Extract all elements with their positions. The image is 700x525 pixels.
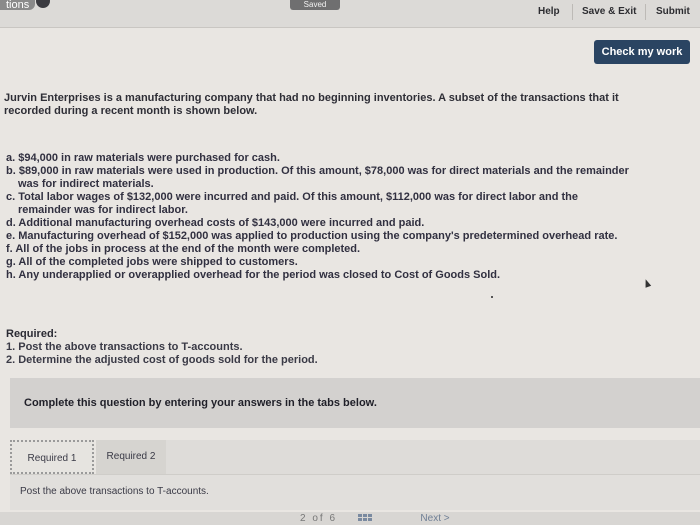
required-heading: Required: bbox=[6, 328, 58, 340]
transaction-f: f. All of the jobs in process at the end… bbox=[6, 243, 361, 255]
transaction-b-cont: was for indirect materials. bbox=[18, 178, 154, 190]
transaction-c-cont: remainder was for indirect labor. bbox=[18, 204, 188, 216]
tab-required-2[interactable]: Required 2 bbox=[96, 440, 166, 474]
transaction-b: b. $89,000 in raw materials were used in… bbox=[6, 165, 629, 177]
tab-required-1[interactable]: Required 1 bbox=[10, 440, 94, 474]
check-my-work-button[interactable]: Check my work bbox=[594, 40, 690, 64]
transaction-h: h. Any underapplied or overapplied overh… bbox=[6, 269, 501, 281]
grid-icon[interactable] bbox=[358, 514, 372, 525]
required-item-2: 2. Determine the adjusted cost of goods … bbox=[6, 354, 318, 366]
save-exit-link[interactable]: Save & Exit bbox=[582, 6, 636, 17]
required-item-1: 1. Post the above transactions to T-acco… bbox=[6, 341, 243, 353]
tab-panel-instruction: Post the above transactions to T-account… bbox=[20, 486, 209, 497]
submit-link[interactable]: Submit bbox=[656, 6, 690, 17]
page-indicator: 2 of 6 bbox=[300, 513, 338, 524]
tab-strip bbox=[166, 440, 700, 474]
problem-intro: Jurvin Enterprises is a manufacturing co… bbox=[4, 92, 694, 118]
required-list: 1. Post the above transactions to T-acco… bbox=[6, 341, 318, 367]
top-toolbar: tions Saved Help Save & Exit Submit bbox=[0, 0, 700, 28]
toolbar-divider bbox=[645, 4, 646, 20]
question-tab-fragment[interactable]: tions bbox=[0, 0, 36, 11]
speck bbox=[491, 296, 493, 298]
transactions-list: a. $94,000 in raw materials were purchas… bbox=[6, 152, 696, 282]
help-link[interactable]: Help bbox=[538, 6, 560, 17]
saved-status: Saved bbox=[290, 0, 340, 10]
transaction-d: d. Additional manufacturing overhead cos… bbox=[6, 217, 425, 229]
instructions-text: Complete this question by entering your … bbox=[24, 397, 377, 409]
transaction-g: g. All of the completed jobs were shippe… bbox=[6, 256, 298, 268]
intro-line: Jurvin Enterprises is a manufacturing co… bbox=[4, 92, 619, 104]
bottom-navigation bbox=[0, 512, 700, 525]
transaction-a: a. $94,000 in raw materials were purchas… bbox=[6, 152, 280, 164]
intro-line: recorded during a recent month is shown … bbox=[4, 105, 258, 117]
toolbar-divider bbox=[572, 4, 573, 20]
transaction-c: c. Total labor wages of $132,000 were in… bbox=[6, 191, 578, 203]
transaction-e: e. Manufacturing overhead of $152,000 wa… bbox=[6, 230, 618, 242]
next-button[interactable]: Next > bbox=[404, 512, 466, 525]
question-badge-icon bbox=[36, 0, 50, 8]
